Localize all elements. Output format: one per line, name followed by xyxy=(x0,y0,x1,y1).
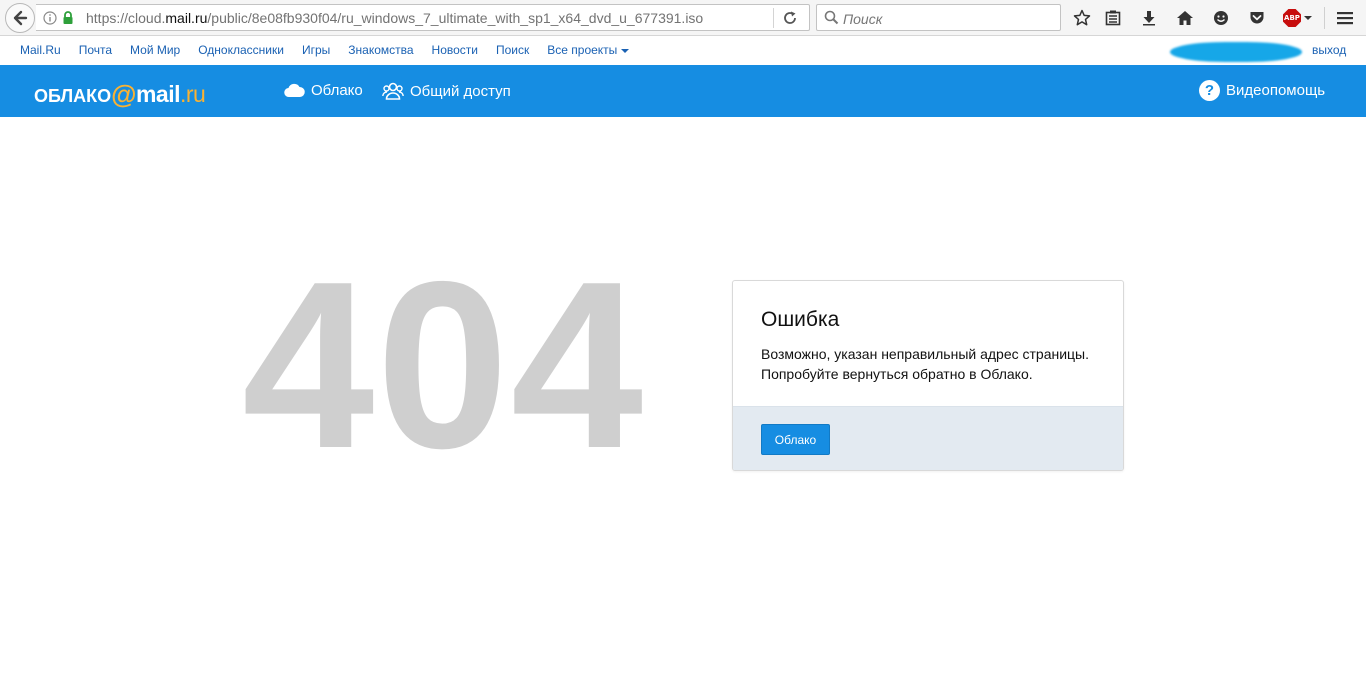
download-icon xyxy=(1143,11,1155,26)
url-bar[interactable]: https://cloud.mail.ru/public/8e08fb930f0… xyxy=(36,4,810,31)
portal-link-news[interactable]: Новости xyxy=(432,43,478,57)
lock-icon xyxy=(63,11,73,24)
chevron-down-icon xyxy=(621,48,630,53)
video-help-label: Видеопомощь xyxy=(1226,82,1326,99)
redacted-username xyxy=(1170,42,1302,62)
nav-shared-access[interactable]: Общий доступ xyxy=(382,82,511,100)
url-domain: mail.ru xyxy=(165,10,208,26)
browser-toolbar: https://cloud.mail.ru/public/8e08fb930f0… xyxy=(0,0,1366,36)
all-projects-label: Все проекты xyxy=(547,43,618,57)
back-to-cloud-button[interactable]: Облако xyxy=(761,424,830,455)
search-icon xyxy=(824,10,839,25)
toolbar-divider xyxy=(1324,7,1325,29)
url-separator xyxy=(773,8,774,28)
error-card: Ошибка Возможно, указан неправильный адр… xyxy=(732,280,1124,471)
url-prefix: https://cloud. xyxy=(86,10,166,26)
download-button[interactable] xyxy=(1139,8,1159,28)
logo-cloud-word: ОБЛАКО xyxy=(34,86,112,106)
portal-links: Mail.Ru Почта Мой Мир Одноклассники Игры… xyxy=(20,43,647,57)
error-title: Ошибка xyxy=(761,308,840,331)
bookmark-star-button[interactable] xyxy=(1072,8,1092,28)
logo-mail: mail xyxy=(135,81,181,107)
portal-link-all-projects[interactable]: Все проекты xyxy=(547,43,630,57)
pocket-icon xyxy=(1250,12,1264,24)
nav-shared-label: Общий доступ xyxy=(410,82,511,100)
question-icon: ? xyxy=(1199,80,1220,101)
pocket-button[interactable] xyxy=(1247,8,1267,28)
adblock-dropdown-icon xyxy=(1304,16,1312,20)
portal-link-my-world[interactable]: Мой Мир xyxy=(130,43,180,57)
reading-list-icon xyxy=(1105,10,1121,26)
portal-bar: Mail.Ru Почта Мой Мир Одноклассники Игры… xyxy=(0,36,1366,65)
info-icon[interactable] xyxy=(43,11,57,25)
error-code: 404 xyxy=(242,233,646,498)
smiley-button[interactable] xyxy=(1211,8,1231,28)
menu-icon xyxy=(1337,12,1353,25)
bookmark-star-icon xyxy=(1073,9,1091,26)
url-path: /public/8e08fb930f04/ru_windows_7_ultima… xyxy=(207,10,704,26)
logout-link[interactable]: выход xyxy=(1312,43,1346,57)
cloud-logo[interactable]: ОБЛАКО@mail.ru xyxy=(34,78,206,109)
back-arrow-icon xyxy=(13,10,28,26)
logo-at: @ xyxy=(111,79,136,109)
users-icon xyxy=(382,82,404,100)
error-card-footer: Облако xyxy=(733,406,1123,470)
smiley-icon xyxy=(1214,11,1228,25)
error-message-line-2: Попробуйте вернуться обратно в Облако. xyxy=(761,366,1033,382)
error-message: Возможно, указан неправильный адрес стра… xyxy=(761,344,1089,384)
menu-button[interactable] xyxy=(1335,8,1355,28)
adblock-button[interactable]: ABP xyxy=(1283,8,1313,28)
portal-link-dating[interactable]: Знакомства xyxy=(348,43,413,57)
reading-list-button[interactable] xyxy=(1103,8,1123,28)
reload-icon[interactable] xyxy=(782,10,798,26)
portal-link-games[interactable]: Игры xyxy=(302,43,330,57)
portal-link-odnoklassniki[interactable]: Одноклассники xyxy=(198,43,284,57)
app-header: ОБЛАКО@mail.ru Облако Общий доступ ? Вид… xyxy=(0,65,1366,117)
video-help-link[interactable]: ? Видеопомощь xyxy=(1199,80,1325,101)
adblock-icon: ABP xyxy=(1283,9,1301,27)
nav-cloud-label: Облако xyxy=(311,82,363,99)
search-placeholder: Поиск xyxy=(843,11,883,27)
error-message-line-1: Возможно, указан неправильный адрес стра… xyxy=(761,346,1090,362)
portal-link-search[interactable]: Поиск xyxy=(496,43,529,57)
back-button[interactable] xyxy=(5,3,35,33)
url-text[interactable]: https://cloud.mail.ru/public/8e08fb930f0… xyxy=(86,10,703,26)
cloud-icon xyxy=(284,83,305,98)
portal-link-mail[interactable]: Почта xyxy=(79,43,112,57)
home-icon xyxy=(1177,11,1193,25)
nav-cloud[interactable]: Облако xyxy=(284,82,363,99)
portal-link-mailru[interactable]: Mail.Ru xyxy=(20,43,61,57)
logo-ru: .ru xyxy=(180,81,206,107)
home-button[interactable] xyxy=(1175,8,1195,28)
search-bar[interactable]: Поиск xyxy=(816,4,1061,31)
